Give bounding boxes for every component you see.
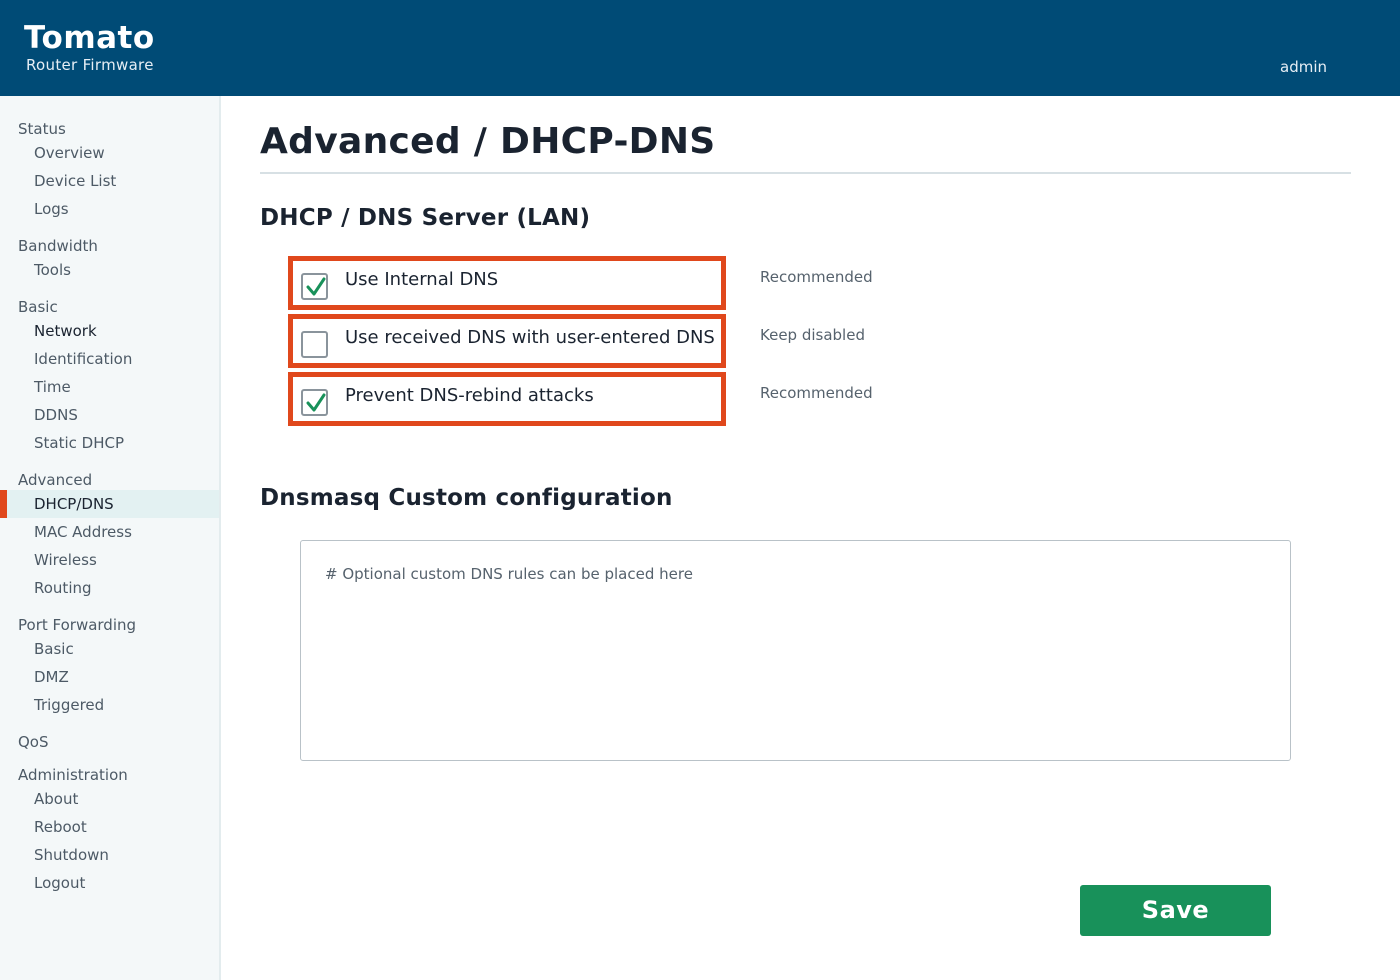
nav-group-advanced[interactable]: Advanced — [18, 471, 92, 489]
nav-group-basic[interactable]: Basic — [18, 298, 58, 316]
sidebar-item-dhcp-dns[interactable]: DHCP/DNS — [0, 490, 219, 518]
use-received-dns-checkbox[interactable] — [301, 331, 328, 358]
sidebar-item-logout[interactable]: Logout — [0, 869, 219, 897]
page-title: Advanced / DHCP-DNS — [260, 121, 716, 162]
top-header: Tomato Router Firmware admin — [0, 0, 1400, 96]
option-use-internal-dns[interactable]: Use Internal DNS — [288, 256, 726, 310]
sidebar: Status Overview Device List Logs Bandwid… — [0, 96, 221, 980]
sidebar-item-overview[interactable]: Overview — [0, 139, 219, 167]
option-label: Prevent DNS-rebind attacks — [345, 385, 594, 406]
sidebar-item-logs[interactable]: Logs — [0, 195, 219, 223]
sidebar-item-tools[interactable]: Tools — [0, 256, 219, 284]
sidebar-item-wireless[interactable]: Wireless — [0, 546, 219, 574]
prevent-dns-rebind-checkbox[interactable] — [301, 389, 328, 416]
nav-group-status[interactable]: Status — [18, 120, 66, 138]
checkmark-icon — [306, 393, 326, 412]
app-subtitle: Router Firmware — [26, 56, 154, 74]
sidebar-item-pf-basic[interactable]: Basic — [0, 635, 219, 663]
sidebar-item-dmz[interactable]: DMZ — [0, 663, 219, 691]
dnsmasq-custom-config-textarea[interactable]: # Optional custom DNS rules can be place… — [300, 540, 1291, 761]
option-hint: Recommended — [760, 384, 873, 402]
sidebar-item-static-dhcp[interactable]: Static DHCP — [0, 429, 219, 457]
use-internal-dns-checkbox[interactable] — [301, 273, 328, 300]
textarea-placeholder: # Optional custom DNS rules can be place… — [325, 565, 693, 583]
nav-group-administration[interactable]: Administration — [18, 766, 128, 784]
option-prevent-dns-rebind[interactable]: Prevent DNS-rebind attacks — [288, 372, 726, 426]
sidebar-item-reboot[interactable]: Reboot — [0, 813, 219, 841]
sidebar-item-routing[interactable]: Routing — [0, 574, 219, 602]
sidebar-item-triggered[interactable]: Triggered — [0, 691, 219, 719]
save-button[interactable]: Save — [1080, 885, 1271, 936]
sidebar-item-shutdown[interactable]: Shutdown — [0, 841, 219, 869]
option-hint: Recommended — [760, 268, 873, 286]
sidebar-item-network[interactable]: Network — [0, 317, 219, 345]
sidebar-item-time[interactable]: Time — [0, 373, 219, 401]
checkmark-icon — [306, 277, 326, 296]
option-label: Use received DNS with user-entered DNS — [345, 327, 715, 348]
nav-group-port-forwarding[interactable]: Port Forwarding — [18, 616, 136, 634]
nav-group-bandwidth[interactable]: Bandwidth — [18, 237, 98, 255]
option-use-received-dns[interactable]: Use received DNS with user-entered DNS — [288, 314, 726, 368]
option-hint: Keep disabled — [760, 326, 865, 344]
sidebar-item-about[interactable]: About — [0, 785, 219, 813]
user-menu[interactable]: admin — [1280, 58, 1327, 76]
custom-config-section-title: Dnsmasq Custom configuration — [260, 485, 673, 511]
option-label: Use Internal DNS — [345, 269, 499, 290]
sidebar-item-mac-address[interactable]: MAC Address — [0, 518, 219, 546]
sidebar-item-identification[interactable]: Identification — [0, 345, 219, 373]
sidebar-item-ddns[interactable]: DDNS — [0, 401, 219, 429]
dns-section-title: DHCP / DNS Server (LAN) — [260, 205, 591, 231]
app-title: Tomato — [24, 20, 155, 56]
nav-group-qos[interactable]: QoS — [18, 733, 49, 751]
sidebar-item-device-list[interactable]: Device List — [0, 167, 219, 195]
title-divider — [260, 172, 1351, 174]
